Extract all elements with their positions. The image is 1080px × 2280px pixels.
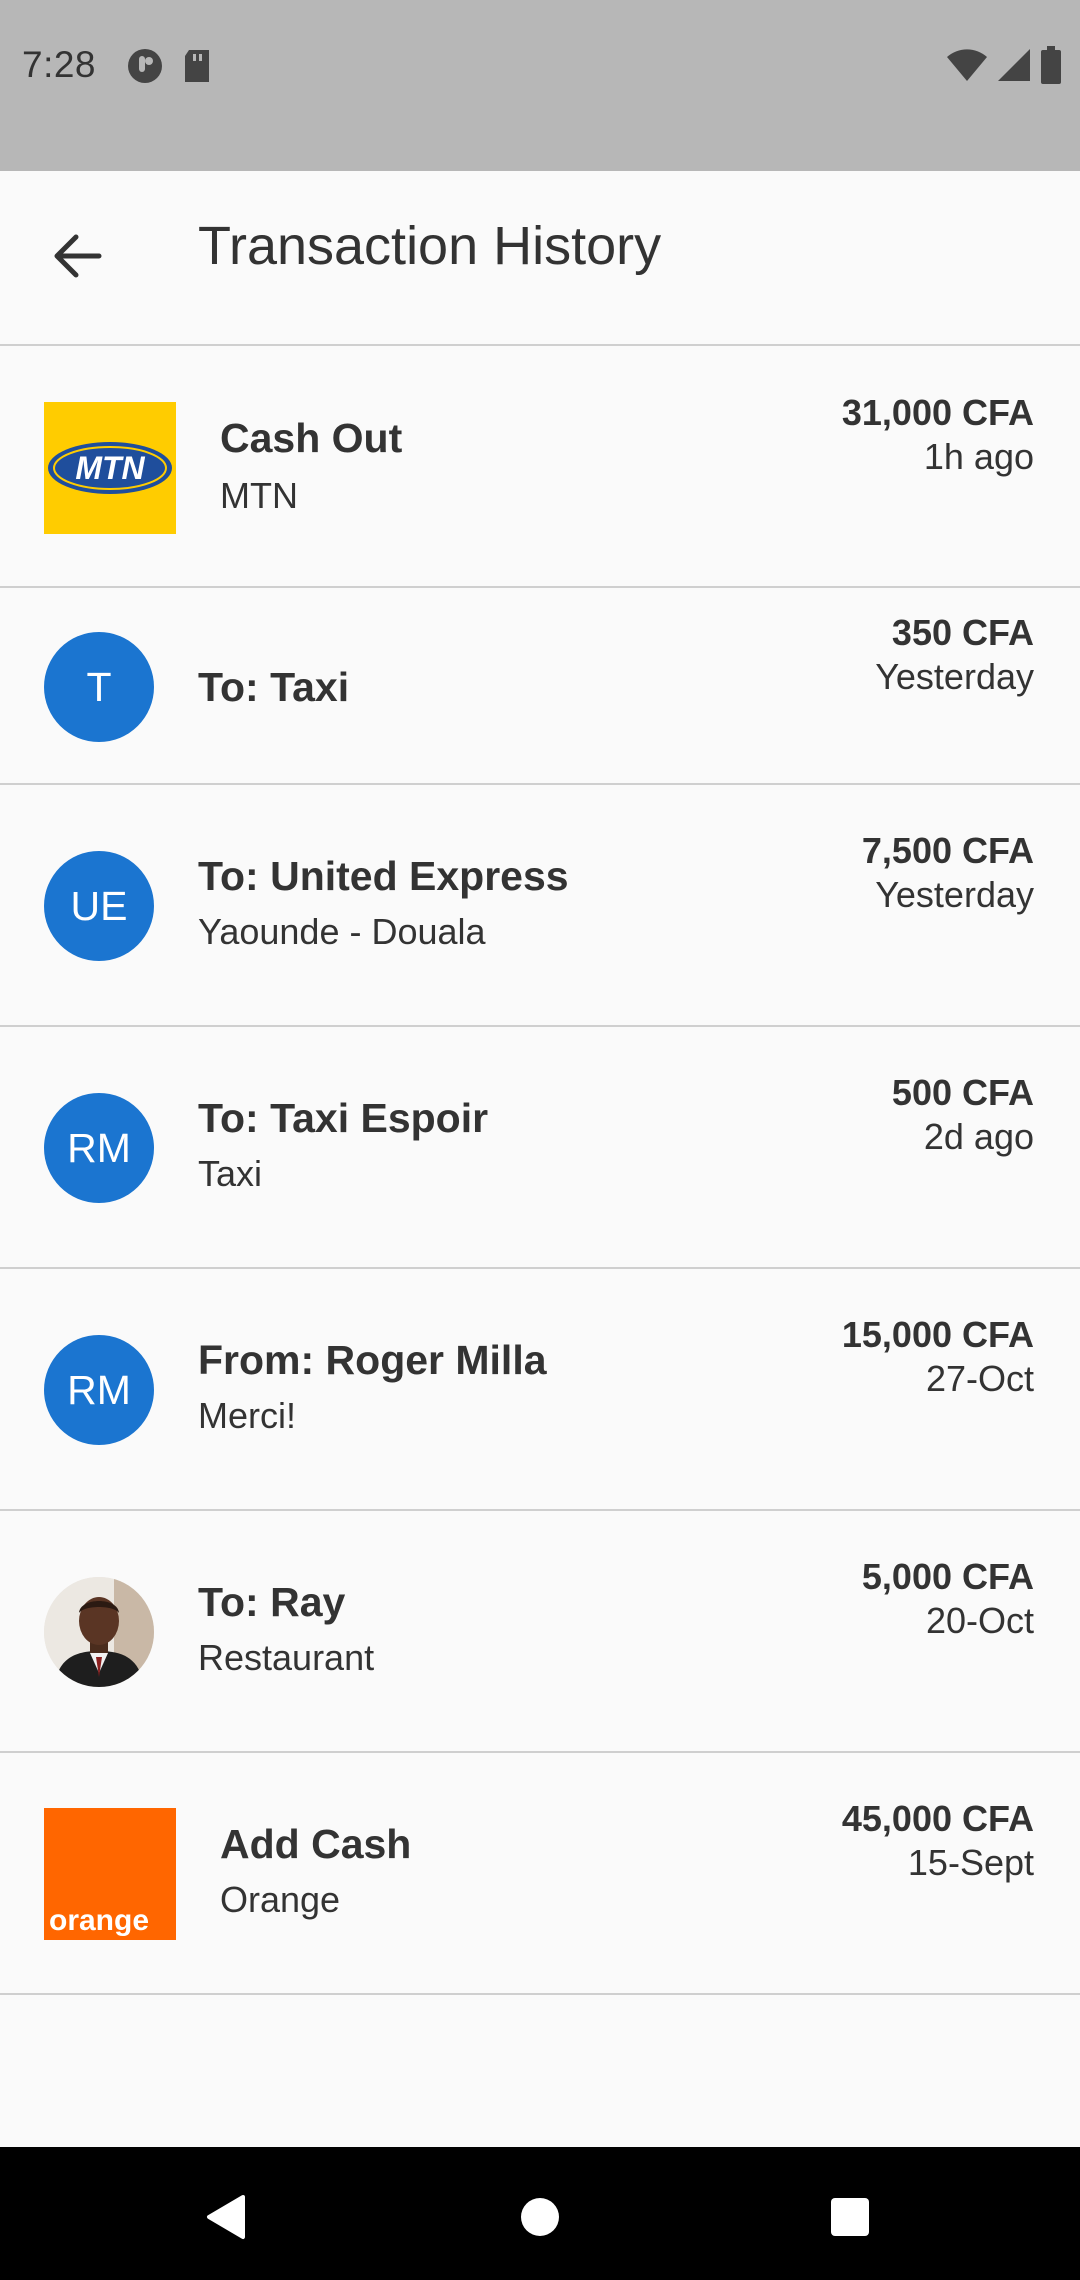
transaction-time: 20-Oct (925, 1600, 1034, 1641)
system-nav-bar (0, 2147, 1080, 2280)
transaction-row[interactable]: UE To: United Express Yaounde - Douala 7… (0, 785, 1080, 1027)
avatar: T (44, 632, 154, 742)
transaction-time: 1h ago (923, 436, 1034, 477)
transaction-row[interactable]: RM From: Roger Milla Merci! 15,000 CFA 2… (0, 1269, 1080, 1511)
page-title: Transaction History (198, 216, 662, 276)
transaction-amount: 15,000 CFA (841, 1314, 1034, 1355)
transaction-row[interactable]: RM To: Taxi Espoir Taxi 500 CFA 2d ago (0, 1027, 1080, 1269)
nav-recents-button[interactable] (810, 2177, 890, 2257)
status-left-icons (125, 46, 213, 86)
mtn-logo-text: MTN (75, 450, 145, 486)
transaction-subtitle: MTN (220, 475, 298, 516)
transaction-amount: 5,000 CFA (861, 1556, 1034, 1597)
transaction-amount: 7,500 CFA (861, 830, 1034, 871)
transaction-subtitle: Restaurant (198, 1637, 375, 1678)
transaction-time: 27-Oct (925, 1358, 1034, 1399)
status-time: 7:28 (22, 44, 97, 85)
transaction-title: Add Cash (220, 1821, 412, 1867)
avatar-photo (44, 1577, 154, 1687)
transaction-title: To: United Express (198, 853, 569, 899)
transaction-subtitle: Yaounde - Douala (198, 911, 486, 952)
data-saver-icon (128, 49, 162, 83)
back-button[interactable] (32, 211, 122, 301)
recents-square-icon (831, 2198, 869, 2236)
transaction-row[interactable]: MTN Cash Out MTN 31,000 CFA 1h ago (0, 347, 1080, 588)
transaction-amount: 31,000 CFA (841, 392, 1034, 433)
transaction-row[interactable]: To: Ray Restaurant 5,000 CFA 20-Oct (0, 1511, 1080, 1753)
signal-icon (998, 49, 1030, 81)
avatar: RM (44, 1093, 154, 1203)
orange-logo: orange (44, 1808, 176, 1940)
transaction-time: 2d ago (923, 1116, 1034, 1157)
transaction-title: Cash Out (220, 415, 403, 461)
app-bar: Transaction History (0, 171, 1080, 346)
transaction-title: To: Taxi Espoir (198, 1095, 489, 1141)
transaction-time: Yesterday (875, 656, 1034, 697)
home-circle-icon (521, 2198, 559, 2236)
transaction-amount: 350 CFA (891, 612, 1034, 653)
transaction-time: 15-Sept (907, 1842, 1034, 1883)
transaction-amount: 500 CFA (891, 1072, 1034, 1113)
transaction-title: From: Roger Milla (198, 1337, 547, 1383)
avatar: RM (44, 1335, 154, 1445)
transaction-list: MTN Cash Out MTN 31,000 CFA 1h ago T To:… (0, 347, 1080, 1995)
transaction-amount: 45,000 CFA (841, 1798, 1034, 1839)
sd-card-icon (185, 50, 209, 82)
transaction-subtitle: Merci! (198, 1395, 296, 1436)
transaction-row[interactable]: T To: Taxi 350 CFA Yesterday (0, 588, 1080, 785)
arrow-left-icon (54, 234, 102, 278)
transaction-subtitle: Orange (220, 1879, 341, 1920)
nav-home-button[interactable] (500, 2177, 580, 2257)
transaction-subtitle: Taxi (198, 1153, 263, 1194)
mtn-logo: MTN (44, 402, 176, 534)
transaction-title: To: Ray (198, 1579, 346, 1625)
transaction-time: Yesterday (875, 874, 1034, 915)
avatar: UE (44, 851, 154, 961)
status-right-icons (946, 46, 1062, 84)
wifi-icon (947, 49, 987, 81)
nav-back-button[interactable] (185, 2177, 265, 2257)
transaction-row[interactable]: orange Add Cash Orange 45,000 CFA 15-Sep… (0, 1753, 1080, 1995)
back-triangle-icon (207, 2195, 245, 2239)
transaction-title: To: Taxi (198, 664, 350, 710)
status-bar: 7:28 (0, 0, 1080, 171)
battery-icon (1041, 46, 1061, 84)
orange-logo-text: orange (49, 1904, 149, 1937)
